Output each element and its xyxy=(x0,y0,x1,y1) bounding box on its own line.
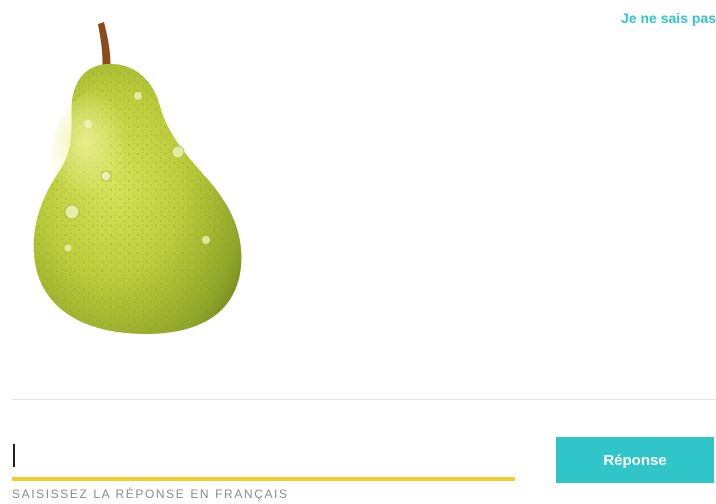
answer-button[interactable]: Réponse xyxy=(556,437,714,483)
flashcard-page: Je ne sais pas SAISISSEZ LA RÉPONSE EN F… xyxy=(0,0,716,504)
pear-image xyxy=(28,16,258,336)
divider xyxy=(12,399,716,400)
text-cursor xyxy=(13,444,15,467)
answer-input[interactable] xyxy=(12,437,514,477)
answer-underline xyxy=(12,477,515,481)
answer-hint: SAISISSEZ LA RÉPONSE EN FRANÇAIS xyxy=(12,487,289,501)
dont-know-link[interactable]: Je ne sais pas xyxy=(621,10,716,26)
